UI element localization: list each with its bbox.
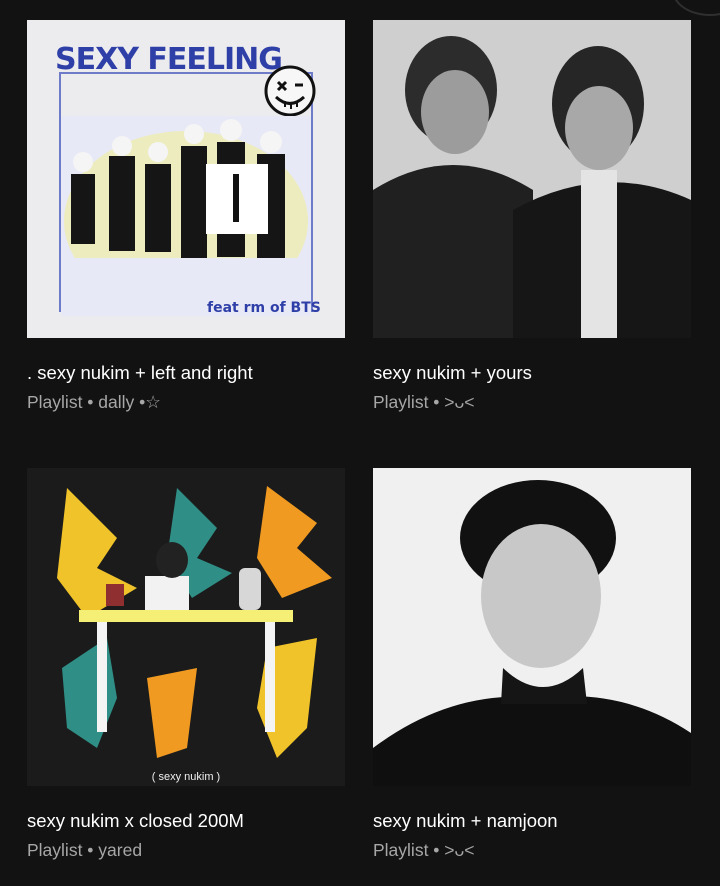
- playlist-title[interactable]: sexy nukim + yours: [373, 362, 532, 384]
- band-illustration: [61, 116, 311, 316]
- desk-illustration: [27, 468, 345, 786]
- playlist-card[interactable]: sexy nukim + yours Playlist • >ᴗ<: [373, 20, 693, 412]
- playlist-cover[interactable]: ( sexy nukim ): [27, 468, 345, 786]
- playlist-cover[interactable]: SEXY FEELING feat rm of BTS: [27, 20, 345, 338]
- playlist-cover[interactable]: [373, 468, 691, 786]
- cover-tag: ( sexy nukim ): [151, 771, 221, 783]
- playlist-title[interactable]: . sexy nukim + left and right: [27, 362, 253, 384]
- playlist-title[interactable]: sexy nukim + namjoon: [373, 810, 558, 832]
- smiley-icon: [264, 65, 316, 117]
- playlist-subtitle: Playlist • >ᴗ<: [373, 392, 475, 412]
- playlist-card[interactable]: ( sexy nukim ) sexy nukim x closed 200M …: [27, 468, 347, 860]
- cover-headline: SEXY FEELING: [55, 42, 283, 77]
- playlist-subtitle: Playlist • >ᴗ<: [373, 840, 475, 860]
- cover-credit: feat rm of BTS: [207, 300, 321, 316]
- playlist-subtitle: Playlist • yared: [27, 840, 143, 860]
- playlist-subtitle: Playlist • dally •☆: [27, 392, 161, 412]
- playlist-title[interactable]: sexy nukim x closed 200M: [27, 810, 244, 832]
- duo-photo: [373, 20, 691, 338]
- playlist-card[interactable]: SEXY FEELING feat rm of BTS . sexy nukim…: [27, 20, 347, 412]
- portrait-photo: [373, 468, 691, 786]
- playlist-card[interactable]: sexy nukim + namjoon Playlist • >ᴗ<: [373, 468, 693, 860]
- profile-avatar[interactable]: [672, 0, 720, 16]
- playlist-cover[interactable]: [373, 20, 691, 338]
